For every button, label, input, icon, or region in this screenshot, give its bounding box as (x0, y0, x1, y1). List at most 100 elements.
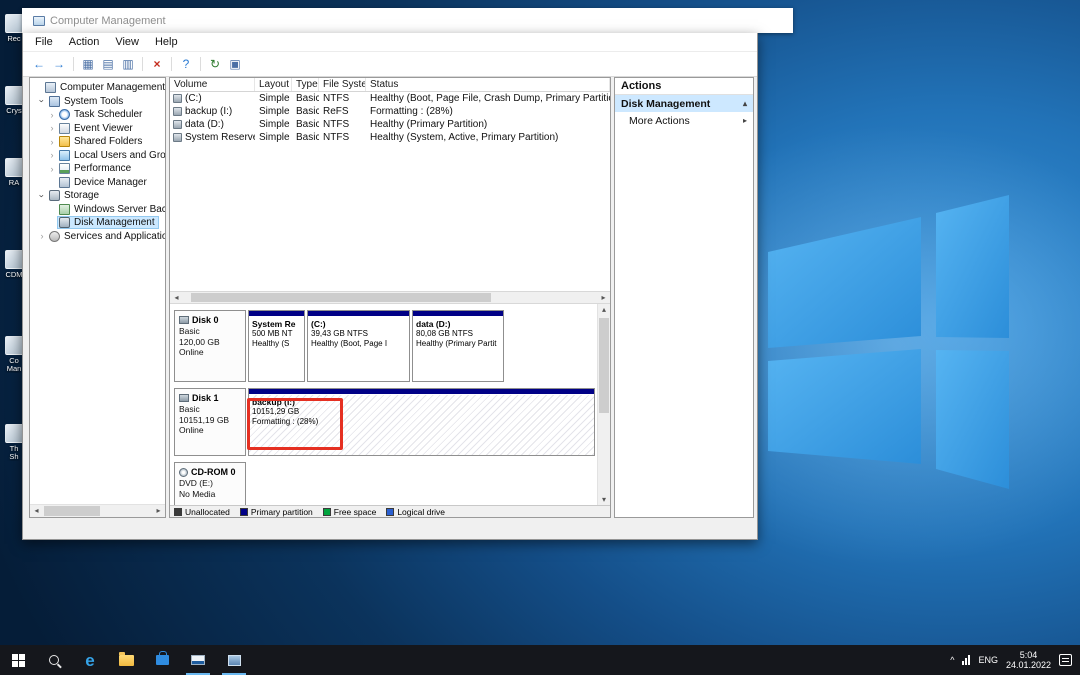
properties-icon[interactable]: ▥ (119, 55, 137, 73)
graphical-view-vertical-scrollbar[interactable]: ▴ ▾ (597, 304, 610, 507)
scroll-right-icon[interactable]: ▸ (152, 505, 165, 517)
chevron-expanded-icon[interactable]: › (37, 96, 47, 106)
partition-data-d[interactable]: data (D:) 80,08 GB NTFS Healthy (Primary P… (412, 310, 504, 382)
partition-title: backup (I:) (252, 397, 295, 407)
toolbar-separator (73, 57, 74, 71)
scroll-thumb[interactable] (599, 318, 609, 413)
tree-horizontal-scrollbar[interactable]: ◂ ▸ (30, 504, 165, 517)
volume-row-backup-i[interactable]: backup (I:) Simple Basic ReFS Formatting : (… (170, 105, 610, 118)
scroll-left-icon[interactable]: ◂ (170, 292, 183, 304)
scroll-thumb[interactable] (191, 293, 491, 302)
back-icon[interactable]: ← (30, 55, 48, 73)
layout-cell: Simple (259, 106, 290, 117)
scroll-track[interactable] (183, 292, 597, 303)
type-cell: Basic (296, 132, 319, 143)
partition-title: System Re (252, 319, 296, 329)
chevron-collapsed-icon[interactable]: › (47, 137, 57, 147)
refresh-icon[interactable]: ↻ (206, 55, 224, 73)
scroll-left-icon[interactable]: ◂ (30, 505, 43, 517)
column-header-status[interactable]: Status (366, 78, 610, 91)
toolbar-separator (171, 57, 172, 71)
action-center-icon[interactable] (1059, 654, 1072, 666)
disk-management-pane: VolumeLayoutTypeFile SystemStatus (C:) Si… (169, 77, 611, 518)
type-cell: Basic (296, 119, 319, 130)
volume-row-system-reserved[interactable]: System Reserved Simple Basic NTFS Healthy (S… (170, 131, 610, 144)
folder-tools-icon (49, 95, 60, 107)
volume-name-cell: data (D:) (170, 119, 255, 130)
partition-backup-i[interactable]: backup (I:) 10151,29 GB Formatting : (28%) (247, 388, 595, 456)
menu-view[interactable]: View (107, 34, 147, 50)
cdrom-info-box[interactable]: CD-ROM 0 DVD (E:) No Media (174, 462, 246, 507)
actions-disk-management-item[interactable]: Disk Management ▴ (615, 95, 753, 112)
forward-icon[interactable]: → (50, 55, 68, 73)
menu-file[interactable]: File (27, 34, 61, 50)
views-icon[interactable]: ▣ (226, 55, 244, 73)
tree-item-services-and-applications[interactable]: › Services and Applications (30, 230, 165, 244)
tree-item-local-users-and-groups[interactable]: › Local Users and Groups (30, 149, 165, 163)
start-button[interactable] (0, 645, 36, 675)
taskbar-clock[interactable]: 5:04 24.01.2022 (1006, 650, 1051, 671)
taskbar-window-app-button[interactable] (216, 645, 252, 675)
tree-item-device-manager[interactable]: Device Manager (30, 176, 165, 190)
collapse-icon[interactable]: ▴ (743, 99, 747, 108)
tree-item-system-tools[interactable]: › System Tools (30, 95, 165, 109)
legend-free-space: Free space (322, 507, 376, 517)
volume-row-data-d[interactable]: data (D:) Simple Basic NTFS Healthy (Primary… (170, 118, 610, 131)
tree-item-performance[interactable]: › Performance (30, 162, 165, 176)
desktop-icon-image (4, 158, 24, 177)
taskbar-search-button[interactable] (36, 645, 72, 675)
partition-title: (C:) (311, 319, 326, 329)
actions-more-actions-item[interactable]: More Actions ▸ (615, 112, 753, 129)
scroll-thumb[interactable] (44, 506, 100, 516)
tree-item-disk-management[interactable]: Disk Management (30, 216, 165, 230)
scroll-track[interactable] (43, 505, 152, 517)
tree-item-task-scheduler[interactable]: › Task Scheduler (30, 108, 165, 122)
volume-list-horizontal-scrollbar[interactable]: ◂ ▸ (170, 291, 610, 304)
desktop-icon-image (4, 424, 24, 443)
taskbar-computer-management-button[interactable] (180, 645, 216, 675)
disk-row-disk-1: Disk 1 Basic 10151,19 GB Online backup (I:) 1… (174, 388, 595, 456)
taskbar-file-explorer-button[interactable] (108, 645, 144, 675)
disk-info-disk-1[interactable]: Disk 1 Basic 10151,19 GB Online (174, 388, 246, 456)
tree-item-computer-management-local[interactable]: Computer Management (Local (30, 81, 165, 95)
window-titlebar[interactable]: Computer Management (22, 8, 793, 33)
scroll-right-icon[interactable]: ▸ (597, 292, 610, 304)
tree-item-label: Local Users and Groups (74, 149, 165, 161)
delete-icon[interactable]: × (148, 55, 166, 73)
taskbar-store-button[interactable] (144, 645, 180, 675)
partition-system-re[interactable]: System Re 500 MB NT Healthy (S (248, 310, 305, 382)
tree-item-storage[interactable]: › Storage (30, 189, 165, 203)
partition-status: Healthy (Boot, Page I (311, 339, 388, 348)
chevron-collapsed-icon[interactable]: › (37, 231, 47, 241)
legend-primary-partition: Primary partition (239, 507, 313, 517)
menu-action[interactable]: Action (61, 34, 108, 50)
language-indicator[interactable]: ENG (978, 655, 998, 665)
menu-help[interactable]: Help (147, 34, 186, 50)
partition-c[interactable]: (C:) 39,43 GB NTFS Healthy (Boot, Page I (307, 310, 410, 382)
tree-item-event-viewer[interactable]: › Event Viewer (30, 122, 165, 136)
disk-info-disk-0[interactable]: Disk 0 Basic 120,00 GB Online (174, 310, 246, 382)
export-list-icon[interactable]: ▤ (99, 55, 117, 73)
tree-item-shared-folders[interactable]: › Shared Folders (30, 135, 165, 149)
chevron-collapsed-icon[interactable]: › (47, 110, 57, 120)
column-header-file-system[interactable]: File System (319, 78, 366, 91)
chevron-collapsed-icon[interactable]: › (47, 164, 57, 174)
chevron-collapsed-icon[interactable]: › (47, 150, 57, 160)
column-header-volume[interactable]: Volume (170, 78, 255, 91)
column-header-type[interactable]: Type (292, 78, 319, 91)
chevron-expanded-icon[interactable]: › (37, 191, 47, 201)
chevron-collapsed-icon[interactable]: › (47, 123, 57, 133)
volume-row-c[interactable]: (C:) Simple Basic NTFS Healthy (Boot, Page F… (170, 92, 610, 105)
hidden-icons-chevron-icon[interactable]: ^ (950, 655, 954, 665)
console-tree-icon[interactable]: ▦ (79, 55, 97, 73)
taskbar-edge-button[interactable]: e (72, 645, 108, 675)
submenu-arrow-icon: ▸ (742, 116, 747, 125)
graphical-view: Disk 0 Basic 120,00 GB Online System Re 500 M… (170, 304, 610, 507)
column-header-layout[interactable]: Layout (255, 78, 292, 91)
cdrom-row[interactable]: CD-ROM 0 DVD (E:) No Media (174, 462, 593, 507)
network-icon[interactable] (962, 655, 971, 665)
legend-logical-drive: Logical drive (386, 507, 445, 517)
scroll-up-icon[interactable]: ▴ (598, 304, 610, 317)
tree-item-windows-server-backup[interactable]: Windows Server Backup (30, 203, 165, 217)
help-icon[interactable]: ? (177, 55, 195, 73)
